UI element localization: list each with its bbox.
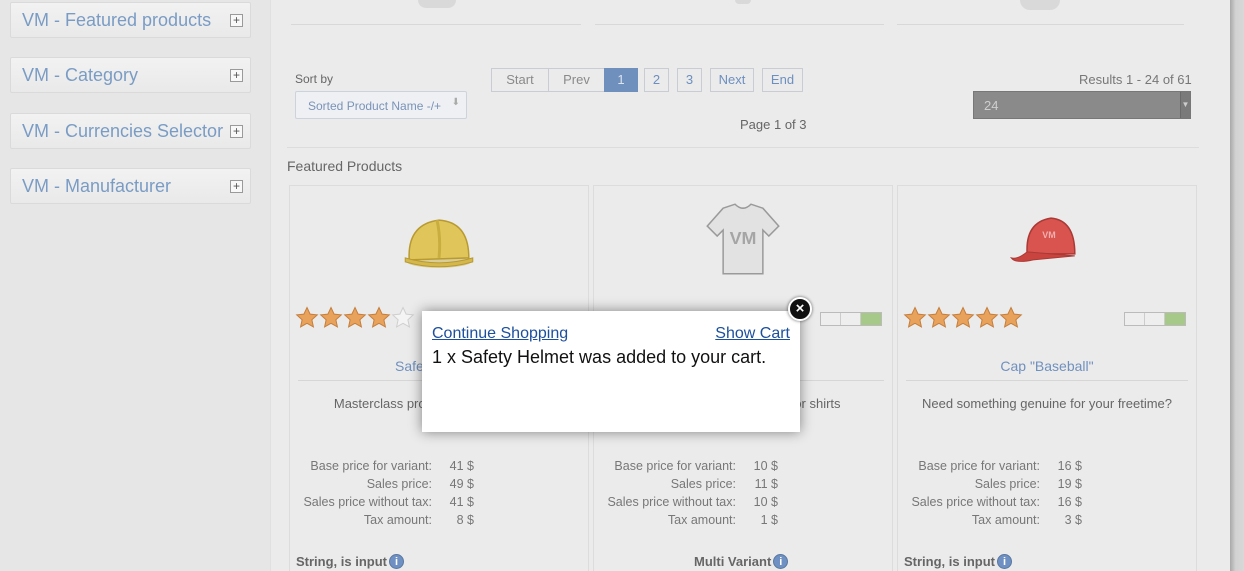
modal-overlay: [0, 0, 1244, 571]
close-icon[interactable]: ×: [788, 297, 812, 321]
continue-shopping-link[interactable]: Continue Shopping: [432, 325, 568, 343]
add-to-cart-popup: Continue Shopping Show Cart 1 x Safety H…: [422, 311, 800, 432]
cart-message: 1 x Safety Helmet was added to your cart…: [432, 347, 767, 367]
show-cart-link[interactable]: Show Cart: [715, 325, 790, 343]
